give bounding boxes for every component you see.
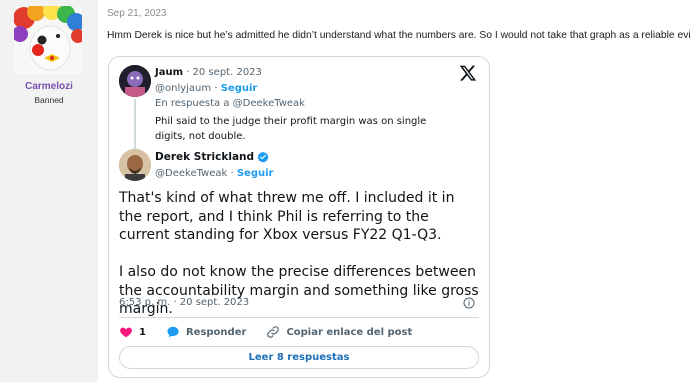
embedded-tweet[interactable]: Jaum · 20 sept. 2023 @onlyjaum · Seguir … bbox=[108, 56, 490, 378]
username-link[interactable]: Carmelozi bbox=[0, 81, 98, 92]
quoted-tweet-text: Phil said to the judge their profit marg… bbox=[155, 116, 427, 142]
quoted-follow-button[interactable]: Seguir bbox=[221, 83, 258, 94]
reply-label: Responder bbox=[185, 326, 247, 338]
verified-badge-icon bbox=[257, 151, 269, 163]
author-name[interactable]: Derek Strickland bbox=[155, 151, 254, 163]
info-icon[interactable] bbox=[463, 297, 475, 309]
author-avatar-image bbox=[119, 149, 151, 181]
copy-link-label: Copiar enlace del post bbox=[286, 326, 413, 338]
copy-link-button[interactable]: Copiar enlace del post bbox=[266, 325, 412, 339]
tweet-paragraph: That's kind of what threw me off. I incl… bbox=[119, 190, 455, 243]
x-logo-icon[interactable] bbox=[459, 64, 477, 82]
reply-button[interactable]: Responder bbox=[166, 325, 246, 339]
separator-dot: · bbox=[214, 83, 218, 94]
author-avatar[interactable] bbox=[119, 149, 151, 181]
author-handle-line: @DeekeTweak · Seguir bbox=[155, 168, 273, 179]
clown-avatar-image bbox=[14, 6, 82, 74]
quoted-user-avatar[interactable] bbox=[119, 65, 151, 97]
thread-connector bbox=[134, 99, 136, 149]
read-replies-button[interactable]: Leer 8 respuestas bbox=[119, 346, 479, 369]
like-button[interactable]: 1 bbox=[119, 325, 146, 339]
quoted-date[interactable]: · 20 sept. 2023 bbox=[186, 67, 262, 78]
speech-bubble-icon bbox=[167, 326, 179, 338]
user-sidebar: Carmelozi Banned bbox=[0, 0, 98, 382]
author-handle[interactable]: @DeekeTweak bbox=[155, 168, 227, 179]
link-icon bbox=[267, 326, 280, 338]
reply-to-label[interactable]: En respuesta a @DeekeTweak bbox=[155, 98, 305, 109]
separator-dot: · bbox=[230, 168, 234, 179]
quoted-avatar-image bbox=[119, 65, 151, 97]
user-title: Banned bbox=[34, 95, 64, 105]
tweet-timestamp[interactable]: 6:53 p. m. · 20 sept. 2023 bbox=[119, 297, 249, 308]
quoted-handle[interactable]: @onlyjaum bbox=[155, 83, 211, 94]
like-count: 1 bbox=[139, 326, 146, 338]
author-follow-button[interactable]: Seguir bbox=[237, 168, 274, 179]
user-avatar[interactable] bbox=[14, 6, 82, 74]
tweet-paragraph: I also do not know the precise differenc… bbox=[119, 264, 479, 317]
post-date[interactable]: Sep 21, 2023 bbox=[107, 8, 167, 19]
tweet-actions: 1 Responder Copiar enlace del post bbox=[119, 324, 432, 340]
quoted-header: Jaum · 20 sept. 2023 bbox=[155, 67, 262, 78]
tweet-text: That's kind of what threw me off. I incl… bbox=[119, 189, 481, 337]
post-body-text: Hmm Derek is nice but he’s admitted he d… bbox=[107, 30, 690, 41]
author-name-line: Derek Strickland bbox=[155, 151, 269, 163]
divider bbox=[119, 317, 479, 318]
quoted-user-name[interactable]: Jaum bbox=[155, 67, 183, 78]
heart-icon bbox=[120, 327, 132, 338]
quoted-handle-line: @onlyjaum · Seguir bbox=[155, 83, 257, 94]
